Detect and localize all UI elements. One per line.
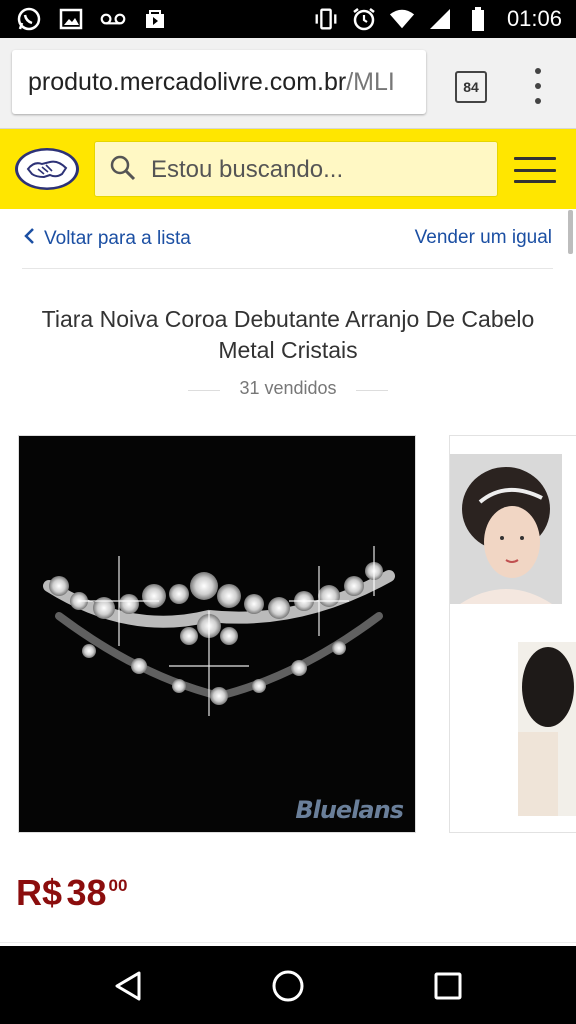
alarm-icon: [351, 6, 377, 32]
status-bar: 01:06: [0, 0, 576, 38]
sold-count: 31 vendidos: [0, 378, 576, 402]
product-price: R$ 38 00: [16, 872, 127, 914]
product-title: Tiara Noiva Coroa Debutante Arranjo De C…: [41, 306, 535, 363]
price-value: 38: [66, 872, 107, 913]
search-placeholder: Estou buscando...: [151, 156, 344, 183]
site-header: Estou buscando...: [0, 129, 576, 209]
divider: [22, 268, 553, 269]
divider: [356, 390, 388, 391]
battery-icon: [465, 6, 491, 32]
image-watermark: Bluelans: [295, 796, 404, 824]
url-bar[interactable]: produto.mercadolivre.com.br/MLI: [12, 50, 426, 114]
browser-menu-icon[interactable]: [533, 68, 543, 104]
home-icon[interactable]: [268, 966, 308, 1006]
search-box[interactable]: Estou buscando...: [94, 141, 498, 197]
product-thumbnail[interactable]: [518, 642, 576, 816]
sell-similar-link[interactable]: Vender um igual: [415, 227, 552, 249]
scrollbar[interactable]: [568, 210, 573, 254]
product-main-image[interactable]: Bluelans: [18, 435, 416, 833]
back-to-list-link[interactable]: Voltar para a lista: [22, 227, 191, 251]
price-cents: 00: [108, 876, 128, 895]
whatsapp-icon: [16, 6, 42, 32]
vibrate-icon: [313, 6, 339, 32]
tab-switcher-button[interactable]: 84: [455, 71, 487, 103]
hamburger-menu-icon[interactable]: [514, 157, 556, 183]
price-currency: R$: [16, 872, 63, 913]
back-to-list-label: Voltar para a lista: [44, 228, 191, 249]
divider: [0, 942, 576, 943]
sold-label: 31 vendidos: [239, 378, 337, 398]
divider: [188, 390, 220, 391]
url-path: /MLI: [346, 68, 395, 96]
voicemail-icon: [100, 6, 126, 32]
wifi-icon: [389, 6, 415, 32]
search-icon: [109, 154, 137, 182]
store-icon: [142, 6, 168, 32]
product-thumbnail-strip[interactable]: [449, 435, 576, 833]
browser-toolbar: produto.mercadolivre.com.br/MLI 84: [0, 38, 576, 129]
signal-icon: [427, 6, 453, 32]
clock: 01:06: [506, 6, 562, 31]
chevron-left-icon: [22, 227, 36, 251]
breadcrumb: Voltar para a lista Vender um igual: [0, 210, 576, 270]
image-icon: [58, 6, 84, 32]
product-thumbnail[interactable]: [450, 454, 562, 604]
url-host: produto.mercadolivre.com.br: [28, 68, 347, 96]
system-navigation-bar: [0, 946, 576, 1024]
back-icon[interactable]: [108, 966, 148, 1006]
mercadolivre-logo-icon[interactable]: [14, 147, 80, 191]
url-text: produto.mercadolivre.com.br/MLI: [28, 68, 395, 97]
recents-icon[interactable]: [428, 966, 468, 1006]
